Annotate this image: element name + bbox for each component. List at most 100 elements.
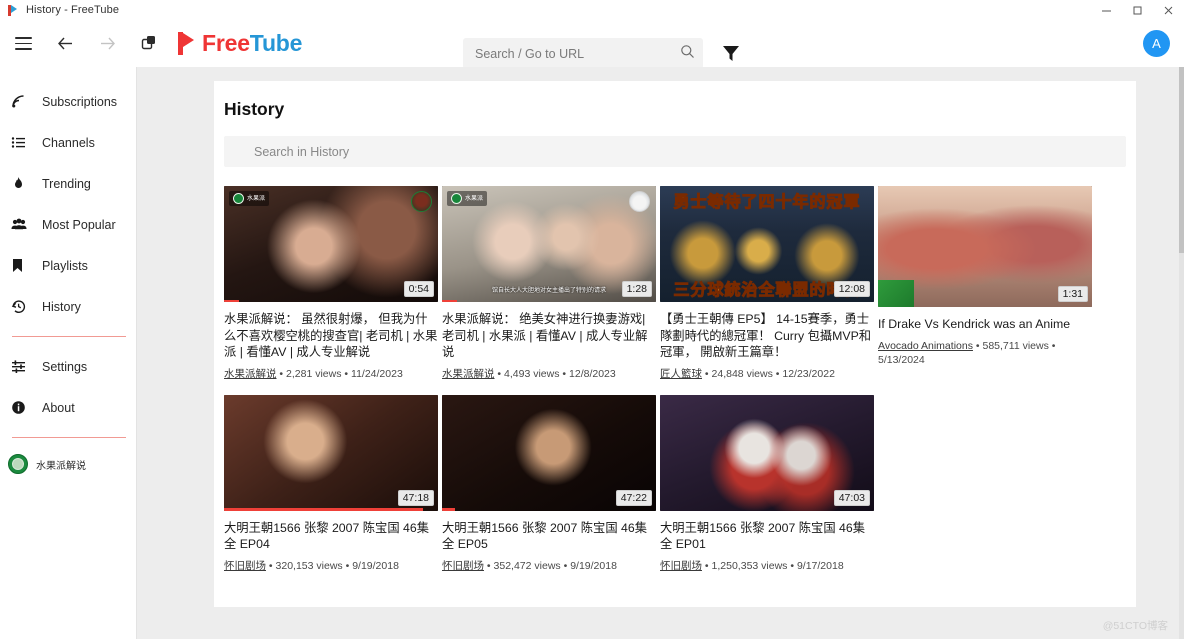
video-duration: 1:31 [1057, 286, 1088, 302]
video-meta: Avocado Animations • 585,711 views • 5/1… [878, 339, 1092, 367]
sidebar-item-trending[interactable]: Trending [0, 163, 136, 204]
search-placeholder: Search / Go to URL [475, 46, 585, 61]
people-icon [11, 217, 33, 232]
video-thumbnail[interactable]: 水果派 0:54 [224, 186, 438, 302]
video-title[interactable]: 水果派解说： 绝美女神进行换妻游戏| 老司机 | 水果派 | 看懂AV | 成人… [442, 311, 656, 361]
close-button[interactable] [1153, 0, 1184, 20]
sidebar-item-subscriptions[interactable]: Subscriptions [0, 81, 136, 122]
video-title[interactable]: 【勇士王朝傳 EP5】 14-15賽季，勇士隊劃時代的總冠軍！ Curry 包攝… [660, 311, 874, 361]
thumbnail-corner-graphic [878, 280, 915, 307]
video-meta: 怀旧剧场 • 352,472 views • 9/19/2018 [442, 559, 656, 573]
video-thumbnail[interactable]: 勇士等待了四十年的冠軍 三分球統治全聯盟的時代 12:08 [660, 186, 874, 302]
maximize-button[interactable] [1122, 0, 1153, 20]
window-controls [1091, 0, 1184, 20]
video-card[interactable]: 水果派 馆自长大人大胆地对女主播出了特别的请求 1:28 水果派解说： 绝美女神… [442, 186, 656, 381]
new-window-icon[interactable] [136, 31, 162, 57]
video-card[interactable]: 47:18 大明王朝1566 张黎 2007 陈宝国 46集全 EP04 怀旧剧… [224, 394, 438, 573]
watch-progress-bar [442, 508, 455, 511]
minimize-button[interactable] [1091, 0, 1122, 20]
video-card[interactable]: 47:03 大明王朝1566 张黎 2007 陈宝国 46集全 EP01 怀旧剧… [660, 394, 874, 573]
video-thumbnail[interactable]: 1:31 [878, 186, 1092, 307]
video-card[interactable]: 水果派 0:54 水果派解说： 虽然很射爆， 但我为什么不喜欢樱空桃的搜查官| … [224, 186, 438, 381]
video-title[interactable]: 大明王朝1566 张黎 2007 陈宝国 46集全 EP04 [224, 520, 438, 553]
sidebar-item-playlists[interactable]: Playlists [0, 245, 136, 286]
watermark-badge: 水果派 [447, 191, 488, 206]
search-icon[interactable] [680, 44, 695, 64]
meta-sep: • [1051, 339, 1056, 352]
channel-name[interactable]: 水果派解说 [224, 368, 277, 380]
meta-sep: • [562, 367, 567, 380]
filter-icon[interactable] [721, 43, 741, 68]
scrollbar-track[interactable] [1179, 67, 1184, 639]
app-shell: Subscriptions Channels Trending Most Pop… [0, 67, 1184, 639]
published-date: 9/19/2018 [570, 559, 617, 572]
watermark-text: @51CTO博客 [1102, 620, 1168, 632]
history-search-input[interactable]: Search in History [224, 136, 1126, 167]
view-count: 320,153 views [275, 559, 343, 572]
sidebar-item-label: Settings [42, 359, 88, 374]
video-thumbnail[interactable]: 水果派 馆自长大人大胆地对女主播出了特别的请求 1:28 [442, 186, 656, 302]
content-area: History Search in History 水果派 0:54 水果派解说… [137, 67, 1184, 639]
brand-logo[interactable]: FreeTube [178, 30, 302, 57]
badge-label: 水果派 [247, 195, 266, 202]
meta-sep: • [975, 339, 980, 352]
video-thumbnail[interactable]: 47:22 [442, 394, 656, 511]
channel-name[interactable]: 匠人籃球 [660, 368, 702, 380]
info-icon [11, 400, 33, 415]
video-thumbnail[interactable]: 47:18 [224, 394, 438, 511]
channel-name[interactable]: 怀旧剧场 [442, 560, 484, 572]
search-input[interactable]: Search / Go to URL [463, 38, 703, 69]
sidebar-item-settings[interactable]: Settings [0, 346, 136, 387]
sidebar-item-channels[interactable]: Channels [0, 122, 136, 163]
video-meta: 水果派解说 • 4,493 views • 12/8/2023 [442, 367, 656, 381]
window-title: History - FreeTube [26, 4, 120, 16]
sidebar-item-about[interactable]: About [0, 387, 136, 428]
scrollbar-thumb[interactable] [1179, 67, 1184, 253]
video-duration: 47:18 [397, 489, 434, 506]
video-thumbnail[interactable]: 47:03 [660, 394, 874, 511]
video-title[interactable]: If Drake Vs Kendrick was an Anime [878, 316, 1092, 333]
freetube-logo-icon [178, 32, 197, 55]
video-card[interactable]: 勇士等待了四十年的冠軍 三分球統治全聯盟的時代 12:08 【勇士王朝傳 EP5… [660, 186, 874, 381]
published-date: 5/13/2024 [878, 353, 925, 366]
meta-sep: • [268, 559, 273, 572]
video-card[interactable]: 1:31 If Drake Vs Kendrick was an Anime A… [878, 186, 1092, 381]
badge-label: 水果派 [465, 195, 484, 202]
sidebar-item-profile[interactable]: 水果派解说 [0, 447, 136, 481]
arrow-right-icon[interactable] [94, 31, 120, 57]
bookmark-icon [11, 258, 33, 273]
thumbnail-headline-top: 勇士等待了四十年的冠軍 [673, 194, 861, 212]
meta-sep: • [704, 367, 709, 380]
watch-progress-bar [442, 299, 457, 302]
channel-name[interactable]: 水果派解说 [442, 368, 495, 380]
sidebar-item-history[interactable]: History [0, 286, 136, 327]
sidebar-item-most-popular[interactable]: Most Popular [0, 204, 136, 245]
arrow-left-icon[interactable] [52, 31, 78, 57]
video-title[interactable]: 水果派解说： 虽然很射爆， 但我为什么不喜欢樱空桃的搜查官| 老司机 | 水果派… [224, 311, 438, 361]
sidebar-divider-top [12, 336, 126, 337]
channel-name[interactable]: 怀旧剧场 [224, 560, 266, 572]
sidebar-item-label: Subscriptions [42, 94, 118, 109]
view-count: 585,711 views [982, 339, 1049, 352]
video-meta: 怀旧剧场 • 320,153 views • 9/19/2018 [224, 559, 438, 573]
sliders-icon [11, 359, 33, 374]
channel-name[interactable]: Avocado Animations [878, 340, 973, 352]
history-clock-icon [11, 299, 33, 314]
view-count: 352,472 views [493, 559, 561, 572]
sidebar-item-label: Playlists [42, 258, 88, 273]
video-card[interactable]: 47:22 大明王朝1566 张黎 2007 陈宝国 46集全 EP05 怀旧剧… [442, 394, 656, 573]
published-date: 9/17/2018 [796, 559, 844, 572]
user-avatar[interactable]: A [1143, 30, 1170, 57]
channel-name[interactable]: 怀旧剧场 [660, 560, 702, 572]
view-count: 24,848 views [711, 367, 773, 380]
sidebar-item-label: Trending [42, 176, 91, 191]
global-search-area: Search / Go to URL [463, 38, 739, 69]
hamburger-icon[interactable] [10, 31, 36, 57]
meta-sep: • [790, 559, 795, 572]
video-title[interactable]: 大明王朝1566 张黎 2007 陈宝国 46集全 EP05 [442, 520, 656, 553]
window-titlebar: History - FreeTube [0, 0, 1184, 20]
meta-sep: • [775, 367, 780, 380]
view-count: 2,281 views [286, 367, 342, 380]
video-duration: 47:03 [833, 489, 870, 506]
video-title[interactable]: 大明王朝1566 张黎 2007 陈宝国 46集全 EP01 [660, 520, 874, 553]
